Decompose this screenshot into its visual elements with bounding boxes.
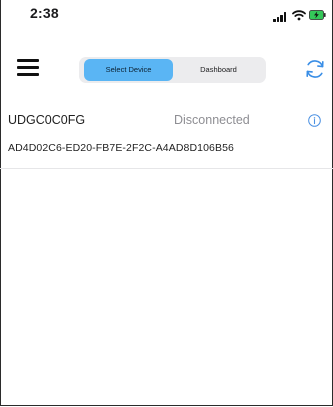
- cellular-signal-icon: [273, 12, 287, 22]
- status-time: 2:38: [30, 5, 59, 21]
- device-connection-status: Disconnected: [174, 113, 250, 127]
- device-name: UDGC0C0FG: [8, 113, 86, 127]
- battery-charging-icon: [309, 10, 326, 20]
- device-list-item[interactable]: UDGC0C0FG Disconnected AD4D02C6-ED20-FB7…: [0, 106, 333, 169]
- segmented-control: Select Device Dashboard: [79, 57, 266, 83]
- navigation-bar: Select Device Dashboard: [0, 50, 333, 90]
- hamburger-icon[interactable]: [17, 59, 39, 77]
- refresh-icon[interactable]: [303, 57, 327, 81]
- select-device-tab[interactable]: Select Device: [84, 59, 173, 81]
- device-identifier: AD4D02C6-ED20-FB7E-2F2C-A4AD8D106B56: [8, 142, 234, 154]
- info-icon[interactable]: [308, 114, 321, 127]
- dashboard-tab[interactable]: Dashboard: [175, 59, 262, 81]
- wifi-icon: [292, 10, 306, 21]
- status-bar: 2:38: [0, 0, 333, 32]
